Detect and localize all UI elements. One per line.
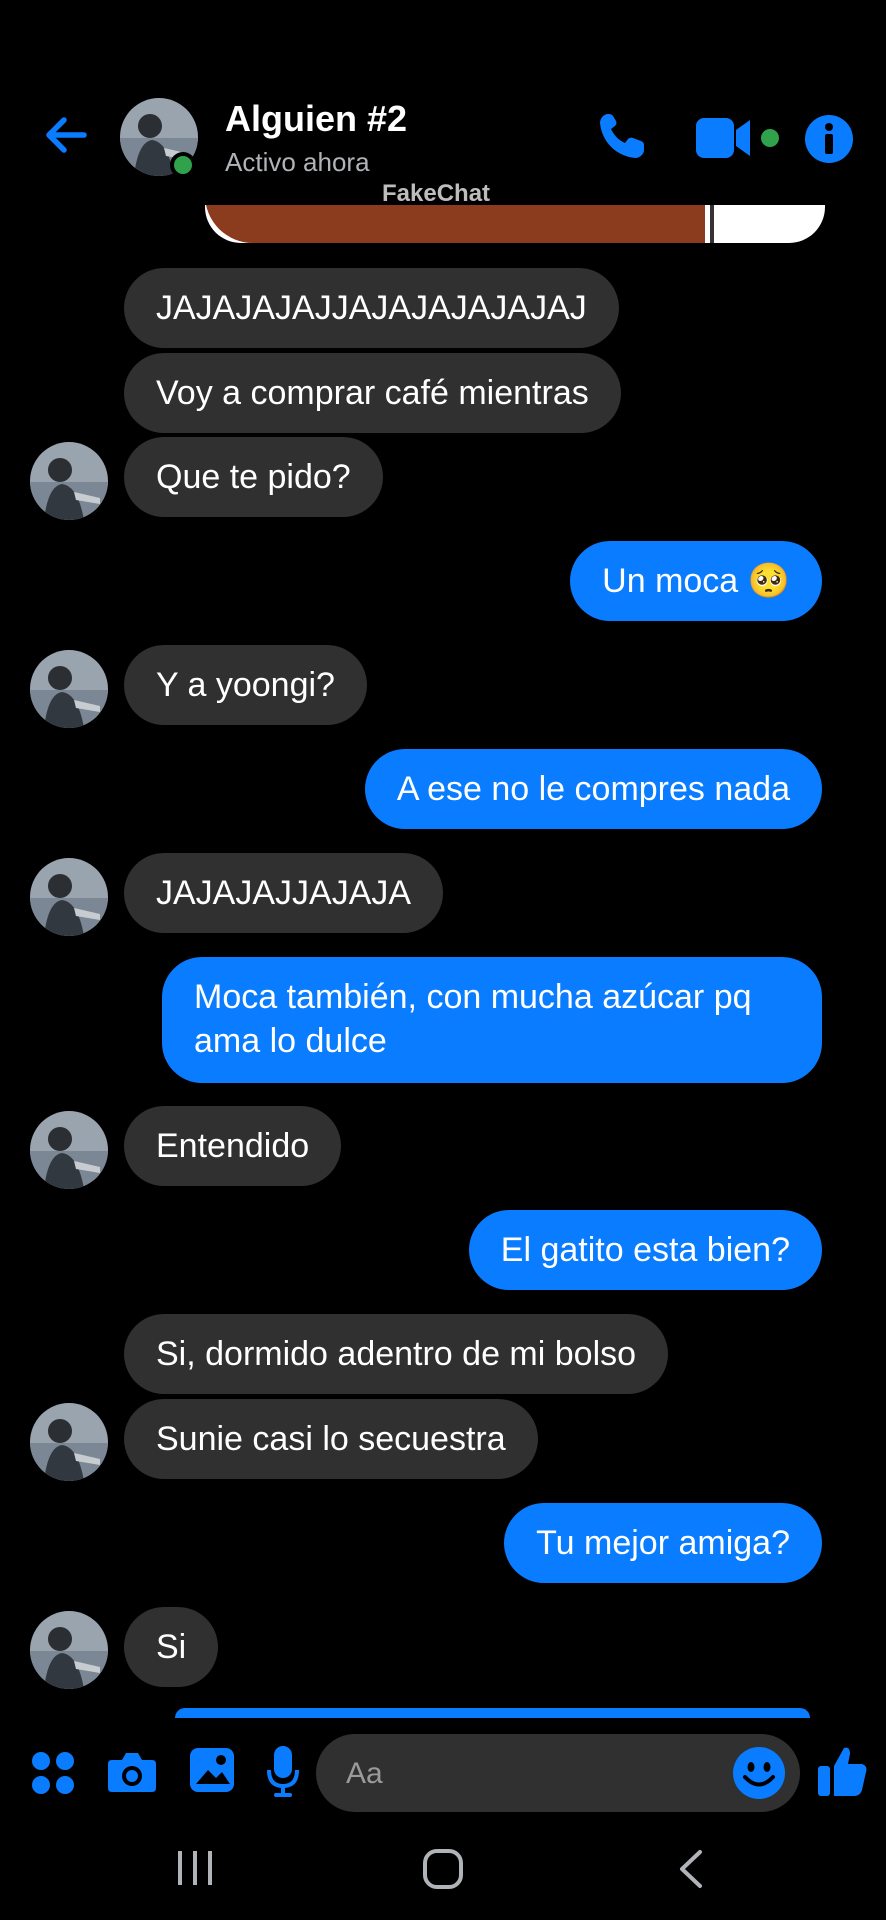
- message-incoming[interactable]: JAJAJAJAJJAJAJAJAJAJAJ: [124, 268, 619, 348]
- message-input[interactable]: [344, 1734, 728, 1814]
- message-composer: [0, 1718, 886, 1818]
- message-outgoing[interactable]: Tu mejor amiga?: [504, 1503, 822, 1583]
- watermark: FakeChat: [382, 180, 491, 207]
- contact-avatar[interactable]: [30, 858, 108, 936]
- camera-icon[interactable]: [106, 1748, 158, 1794]
- contact-avatar[interactable]: [30, 650, 108, 728]
- message-outgoing[interactable]: El gatito esta bien?: [468, 1210, 822, 1290]
- message-outgoing[interactable]: Moca también, con mucha azúcar pq ama lo…: [162, 957, 822, 1083]
- home-icon[interactable]: [422, 1848, 464, 1890]
- contact-avatar[interactable]: [30, 1403, 108, 1481]
- message-outgoing[interactable]: Un moca 🥺: [570, 541, 822, 621]
- message-incoming[interactable]: Que te pido?: [124, 437, 383, 517]
- system-navigation-bar: [0, 1818, 886, 1920]
- chat-header: Alguien #2 Activo ahora FakeChat: [0, 0, 886, 207]
- message-incoming[interactable]: Sunie casi lo secuestra: [124, 1399, 538, 1479]
- message-incoming[interactable]: Si, dormido adentro de mi bolso: [124, 1314, 669, 1394]
- video-camera-icon[interactable]: [696, 112, 780, 164]
- phone-icon[interactable]: [594, 108, 650, 164]
- message-outgoing[interactable]: A ese no le compres nada: [364, 749, 822, 829]
- thumbs-up-icon[interactable]: [816, 1742, 868, 1798]
- four-dots-icon[interactable]: [30, 1750, 76, 1796]
- message-incoming[interactable]: Entendido: [124, 1106, 342, 1186]
- smiley-icon[interactable]: [732, 1746, 786, 1800]
- message-incoming[interactable]: Voy a comprar café mientras: [124, 353, 621, 433]
- message-input-container[interactable]: [316, 1734, 800, 1814]
- info-icon[interactable]: [804, 114, 854, 164]
- contact-name[interactable]: Alguien #2: [225, 98, 407, 140]
- arrow-left-icon[interactable]: [40, 108, 94, 162]
- contact-avatar[interactable]: [30, 442, 108, 520]
- contact-status: Activo ahora: [225, 147, 370, 177]
- microphone-icon[interactable]: [266, 1744, 300, 1798]
- nav-back-icon[interactable]: [676, 1848, 706, 1890]
- recent-apps-icon[interactable]: [174, 1848, 216, 1888]
- message-incoming[interactable]: Si: [124, 1607, 219, 1687]
- contact-avatar[interactable]: [30, 1611, 108, 1689]
- online-status-dot: [170, 152, 196, 178]
- message-outgoing-partial[interactable]: [175, 1708, 810, 1718]
- message-incoming[interactable]: JAJAJAJJAJAJA: [124, 853, 444, 933]
- contact-avatar[interactable]: [30, 1111, 108, 1189]
- image-icon[interactable]: [188, 1746, 236, 1794]
- message-incoming[interactable]: Y a yoongi?: [124, 645, 367, 725]
